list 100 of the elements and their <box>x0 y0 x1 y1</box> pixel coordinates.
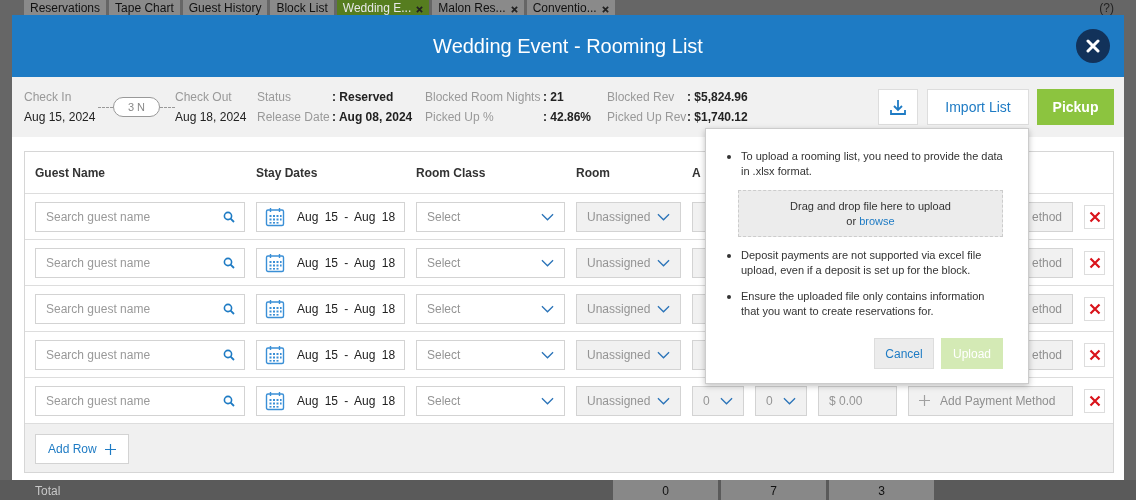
payment-label: ethod <box>1031 301 1062 316</box>
total-value: 3 <box>829 480 934 500</box>
amount-value: $ 0.00 <box>829 393 863 408</box>
column-header: Guest Name <box>35 165 107 180</box>
guest-search-field[interactable]: Search guest name <box>35 247 245 278</box>
guest-search-field[interactable]: Search guest name <box>35 293 245 324</box>
summary-label: Picked Up % <box>425 110 495 124</box>
import-list-button[interactable]: Import List <box>927 89 1029 125</box>
calendar-icon <box>265 252 285 273</box>
x-icon <box>1088 256 1101 269</box>
room-class-dropdown[interactable]: Select <box>416 293 565 324</box>
column-header: Room <box>576 165 611 180</box>
payment-label: Add Payment Method <box>940 393 1056 408</box>
guest-search-field[interactable]: Search guest name <box>35 339 245 370</box>
payment-label: ethod <box>1031 255 1062 270</box>
date-range: Aug 15 - Aug 18 <box>297 209 396 224</box>
dropdown-value: Unassigned <box>587 347 651 362</box>
amount-field[interactable]: $ 0.00 <box>818 385 897 416</box>
help-label[interactable]: (?) <box>1099 1 1114 15</box>
close-icon[interactable] <box>601 5 609 13</box>
room-class-dropdown[interactable]: Select <box>416 201 565 232</box>
search-icon <box>223 348 235 361</box>
summary-value: : 42.86% <box>543 110 592 124</box>
x-icon <box>1088 210 1101 223</box>
guest-search-field[interactable]: Search guest name <box>35 201 245 232</box>
nights-pill: 3 N <box>112 97 161 117</box>
dropdown-value: 0 <box>703 393 710 408</box>
dropdown-value: Unassigned <box>587 255 651 270</box>
chevron-icon <box>657 304 670 313</box>
room-dropdown[interactable]: Unassigned <box>576 339 681 370</box>
chevron-icon <box>541 350 554 359</box>
page-tab[interactable]: Block List <box>270 0 334 15</box>
browse-link[interactable]: browse <box>859 214 895 227</box>
calendar-icon <box>265 344 285 365</box>
dropdown-value: Unassigned <box>587 393 651 408</box>
chevron-icon <box>541 212 554 221</box>
instruction-text: To upload a rooming list, you need to provide the data in .xlsx format. <box>741 149 1003 179</box>
delete-row-button[interactable] <box>1084 296 1105 321</box>
x-icon <box>1088 394 1101 407</box>
room-dropdown[interactable]: Unassigned <box>576 247 681 278</box>
cancel-button[interactable]: Cancel <box>874 338 934 369</box>
total-value: 7 <box>721 480 826 500</box>
page-tab[interactable]: Conventio... <box>526 0 615 15</box>
drop-instruction: Drag and drop file here to upload or browse <box>790 198 951 229</box>
room-class-dropdown[interactable]: Select <box>416 385 565 416</box>
room-class-dropdown[interactable]: Select <box>416 247 565 278</box>
pickup-button[interactable]: Pickup <box>1037 89 1114 125</box>
stay-dates-field[interactable]: Aug 15 - Aug 18 <box>256 339 405 370</box>
guest-search-field[interactable]: Search guest name <box>35 385 245 416</box>
page-tab[interactable]: Wedding E... <box>336 0 430 15</box>
check-in-label: Check In <box>24 90 73 104</box>
stay-dates-field[interactable]: Aug 15 - Aug 18 <box>256 201 405 232</box>
dropdown-value: Unassigned <box>587 209 651 224</box>
dropdown-placeholder: Select <box>427 347 461 362</box>
room-dropdown[interactable]: Unassigned <box>576 385 681 416</box>
delete-row-button[interactable] <box>1084 204 1105 229</box>
adults-dropdown[interactable]: 0 <box>692 385 744 416</box>
file-drop-zone[interactable]: Drag and drop file here to upload or browse <box>738 190 1003 237</box>
add-payment-method-button[interactable]: Add Payment Method <box>908 385 1073 416</box>
instruction-text: Deposit payments are not supported via excel file upload, even if a deposit is set up for the block. <box>741 248 983 278</box>
children-dropdown[interactable]: 0 <box>755 385 807 416</box>
summary-label: Blocked Room Nights <box>425 90 542 104</box>
chevron-icon <box>720 396 733 405</box>
payment-label: ethod <box>1031 347 1062 362</box>
chevron-icon <box>657 258 670 267</box>
stay-dates-field[interactable]: Aug 15 - Aug 18 <box>256 293 405 324</box>
check-out-date: Aug 18, 2024 <box>175 110 248 124</box>
download-button[interactable] <box>878 89 918 125</box>
dropdown-placeholder: Select <box>427 301 461 316</box>
dropdown-placeholder: Select <box>427 393 461 408</box>
close-icon[interactable] <box>416 5 424 13</box>
chevron-icon <box>541 396 554 405</box>
chevron-icon <box>657 212 670 221</box>
page-tab[interactable]: Guest History <box>182 0 268 15</box>
search-icon <box>223 256 235 269</box>
page-tab[interactable]: Reservations <box>24 0 107 15</box>
summary-value: : Reserved <box>332 90 394 104</box>
add-row-button[interactable]: Add Row <box>35 434 129 464</box>
stay-dates-field[interactable]: Aug 15 - Aug 18 <box>256 247 405 278</box>
page-tab[interactable]: Malon Res... <box>432 0 524 15</box>
close-icon[interactable] <box>510 5 518 13</box>
calendar-icon <box>265 206 285 227</box>
page-tab[interactable]: Tape Chart <box>109 0 180 15</box>
date-range: Aug 15 - Aug 18 <box>297 255 396 270</box>
dropdown-placeholder: Select <box>427 255 461 270</box>
summary-value: : 21 <box>543 90 564 104</box>
room-class-dropdown[interactable]: Select <box>416 339 565 370</box>
summary-value: : $1,740.12 <box>687 110 748 124</box>
room-dropdown[interactable]: Unassigned <box>576 201 681 232</box>
total-label: Total <box>35 483 62 500</box>
summary-value: : Aug 08, 2024 <box>332 110 413 124</box>
summary-label: Status <box>257 90 293 104</box>
room-dropdown[interactable]: Unassigned <box>576 293 681 324</box>
summary-label: Picked Up Rev <box>607 110 687 124</box>
delete-row-button[interactable] <box>1084 250 1105 275</box>
delete-row-button[interactable] <box>1084 388 1105 413</box>
delete-row-button[interactable] <box>1084 342 1105 367</box>
stay-dates-field[interactable]: Aug 15 - Aug 18 <box>256 385 405 416</box>
close-button[interactable] <box>1076 29 1110 63</box>
payment-label: ethod <box>1031 209 1062 224</box>
